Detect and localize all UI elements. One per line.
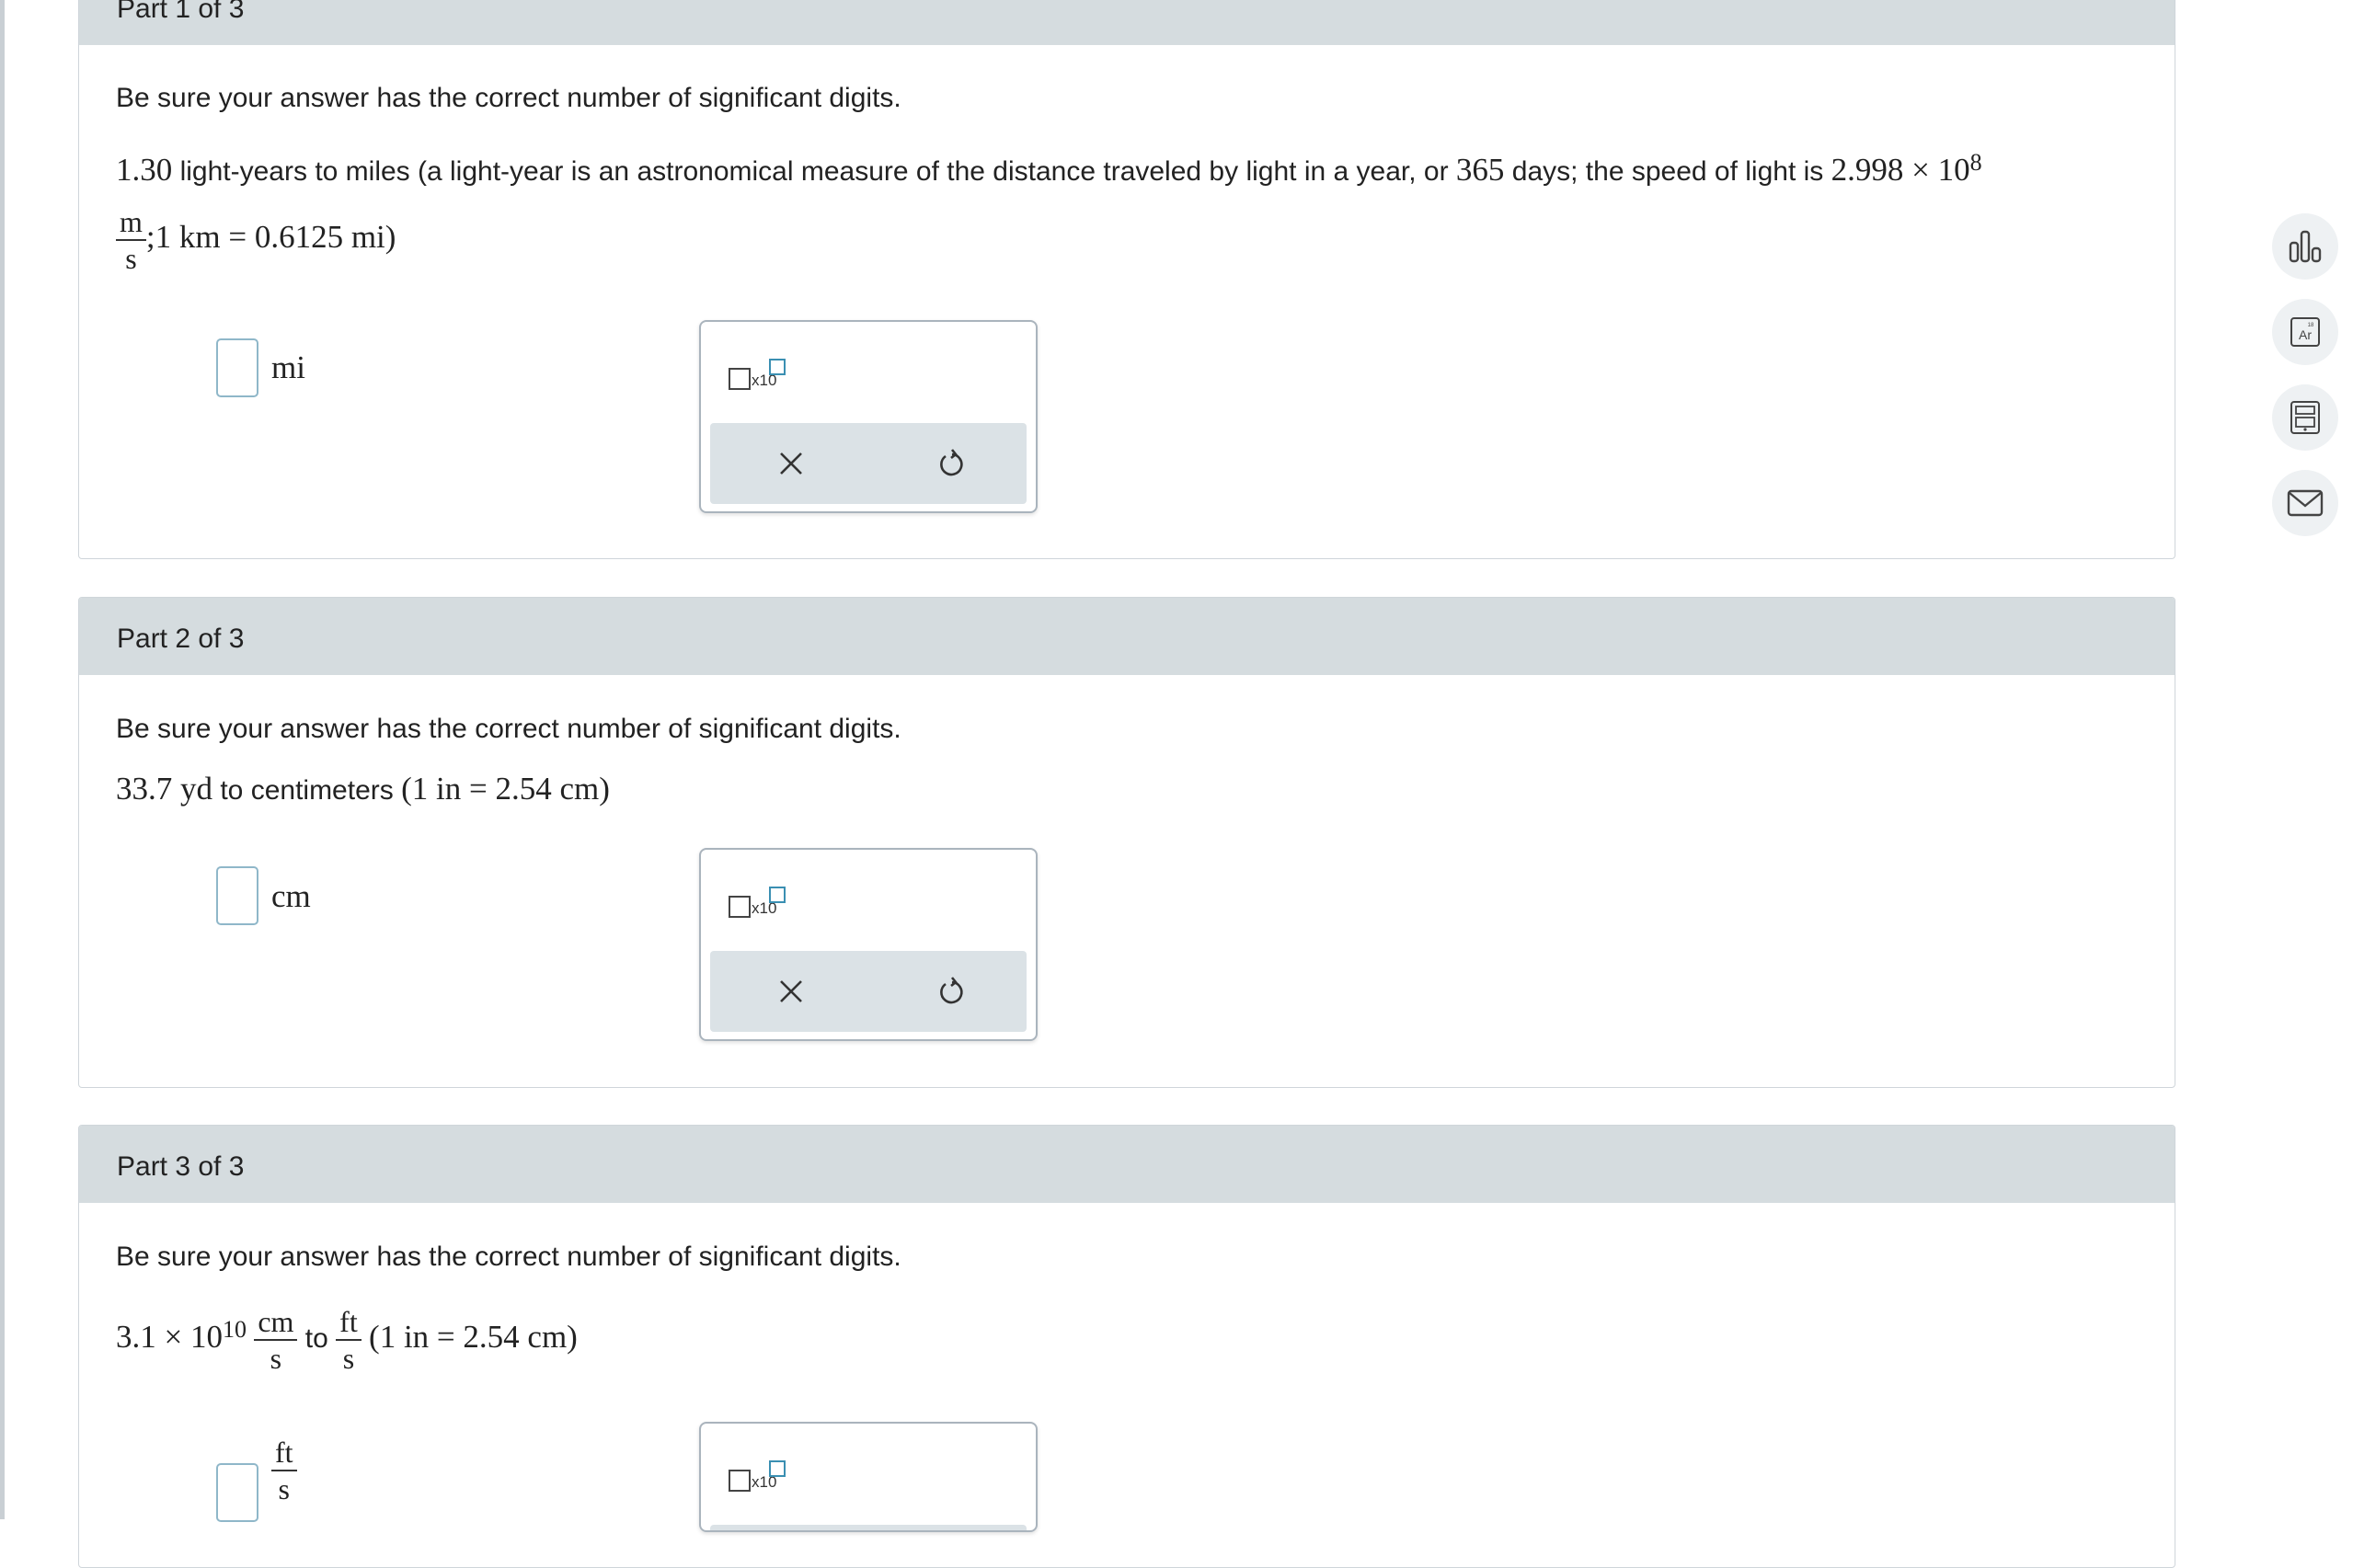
q2-text: to centimeters xyxy=(220,775,394,806)
q3-frac2-num: ft xyxy=(336,1304,362,1341)
undo-icon xyxy=(940,449,963,476)
undo-icon xyxy=(940,977,963,1004)
part-3-unit-fraction: ft s xyxy=(271,1435,297,1506)
bar-chart-icon xyxy=(2289,230,2322,263)
part-1-question-line2: m s ;1 km = 0.6125 mi) xyxy=(116,204,396,276)
q1-frac-num: m xyxy=(116,204,146,241)
clear-button[interactable] xyxy=(763,436,819,491)
q2-value: 33.7 yd xyxy=(116,771,212,807)
part-1-instruction: Be sure your answer has the correct numb… xyxy=(116,83,901,113)
exponent-box-icon xyxy=(769,1460,786,1477)
part-1-label: Part 1 of 3 xyxy=(117,0,245,24)
q2-conversion: (1 in = 2.54 cm) xyxy=(401,771,610,807)
q3-frac1-den: s xyxy=(270,1342,282,1375)
svg-text:Ar: Ar xyxy=(2299,327,2312,342)
mail-icon xyxy=(2287,489,2324,517)
part-3-unit-num: ft xyxy=(271,1435,297,1471)
part-3-unit-den: s xyxy=(278,1472,290,1505)
undo-button[interactable] xyxy=(924,964,979,1019)
undo-button[interactable] xyxy=(924,436,979,491)
action-bar xyxy=(710,1525,1027,1530)
part-2-answer-input[interactable] xyxy=(216,866,258,925)
part-1-question: 1.30 light-years to miles (a light-year … xyxy=(116,149,1982,189)
part-2-tool-panel: x10 xyxy=(699,848,1038,1041)
action-bar xyxy=(710,951,1027,1032)
close-icon xyxy=(780,452,802,475)
data-tool-button[interactable] xyxy=(2272,213,2338,280)
part-3-unit: ft s xyxy=(271,1435,297,1506)
part-2-instruction: Be sure your answer has the correct numb… xyxy=(116,714,901,744)
q1-text-a: light-years to miles (a light-year is an… xyxy=(179,156,1449,187)
q1-days: 365 xyxy=(1455,152,1505,188)
q3-to: to xyxy=(304,1322,328,1354)
part-2-card: Part 2 of 3 xyxy=(78,597,2175,1088)
message-button[interactable] xyxy=(2272,470,2338,536)
q1-frac-den: s xyxy=(125,242,137,275)
action-bar xyxy=(710,423,1027,504)
part-3-header: Part 3 of 3 xyxy=(79,1126,2175,1203)
part-1-header: Part 1 of 3 xyxy=(79,0,2175,45)
exponent-box-icon xyxy=(769,359,786,375)
svg-text:18: 18 xyxy=(2308,323,2314,328)
part-2-unit: cm xyxy=(271,878,311,914)
part-2-question: 33.7 yd to centimeters (1 in = 2.54 cm) xyxy=(116,771,610,807)
base-box-icon xyxy=(729,1470,751,1492)
exponent-box-icon xyxy=(769,887,786,903)
base-box-icon xyxy=(729,896,751,918)
q3-frac2-den: s xyxy=(342,1342,355,1375)
q3-conversion: (1 in = 2.54 cm) xyxy=(369,1318,578,1355)
scientific-notation-button[interactable]: x10 xyxy=(729,1460,793,1497)
calculator-icon xyxy=(2290,401,2320,434)
base-box-icon xyxy=(729,368,751,390)
calculator-button[interactable] xyxy=(2272,384,2338,451)
q3-value: 3.1 × 10 xyxy=(116,1318,223,1355)
part-3-answer-input[interactable] xyxy=(216,1463,258,1522)
q1-text-b: days; the speed of light is xyxy=(1511,156,1824,187)
part-3-label: Part 3 of 3 xyxy=(117,1151,245,1182)
q1-speed: 2.998 × 10 xyxy=(1831,152,1970,188)
close-icon xyxy=(780,980,802,1002)
q1-value: 1.30 xyxy=(116,152,173,188)
periodic-table-button[interactable]: Ar 18 xyxy=(2272,299,2338,365)
part-1-tool-panel: x10 xyxy=(699,320,1038,513)
q3-frac1-num: cm xyxy=(254,1304,298,1341)
part-2-header: Part 2 of 3 xyxy=(79,598,2175,675)
clear-button[interactable] xyxy=(763,964,819,1019)
q3-fraction-2: ft s xyxy=(336,1304,362,1376)
q3-fraction-1: cm s xyxy=(254,1304,298,1376)
left-edge-bar xyxy=(0,0,5,1519)
q3-exp: 10 xyxy=(223,1315,247,1343)
part-1-unit: mi xyxy=(271,349,305,385)
q1-speed-unit-fraction: m s xyxy=(116,204,146,276)
part-3-instruction: Be sure your answer has the correct numb… xyxy=(116,1242,901,1272)
part-1-answer-input[interactable] xyxy=(216,338,258,397)
part-3-tool-panel: x10 xyxy=(699,1422,1038,1532)
part-3-question: 3.1 × 1010 cm s to ft s (1 in = 2.54 cm) xyxy=(116,1304,578,1376)
scientific-notation-button[interactable]: x10 xyxy=(729,359,793,395)
scientific-notation-button[interactable]: x10 xyxy=(729,887,793,923)
periodic-table-icon: Ar 18 xyxy=(2290,317,2320,347)
part-2-label: Part 2 of 3 xyxy=(117,624,245,654)
q1-speed-exp: 8 xyxy=(1969,149,1982,176)
q1-conversion: ;1 km = 0.6125 mi) xyxy=(145,218,396,255)
